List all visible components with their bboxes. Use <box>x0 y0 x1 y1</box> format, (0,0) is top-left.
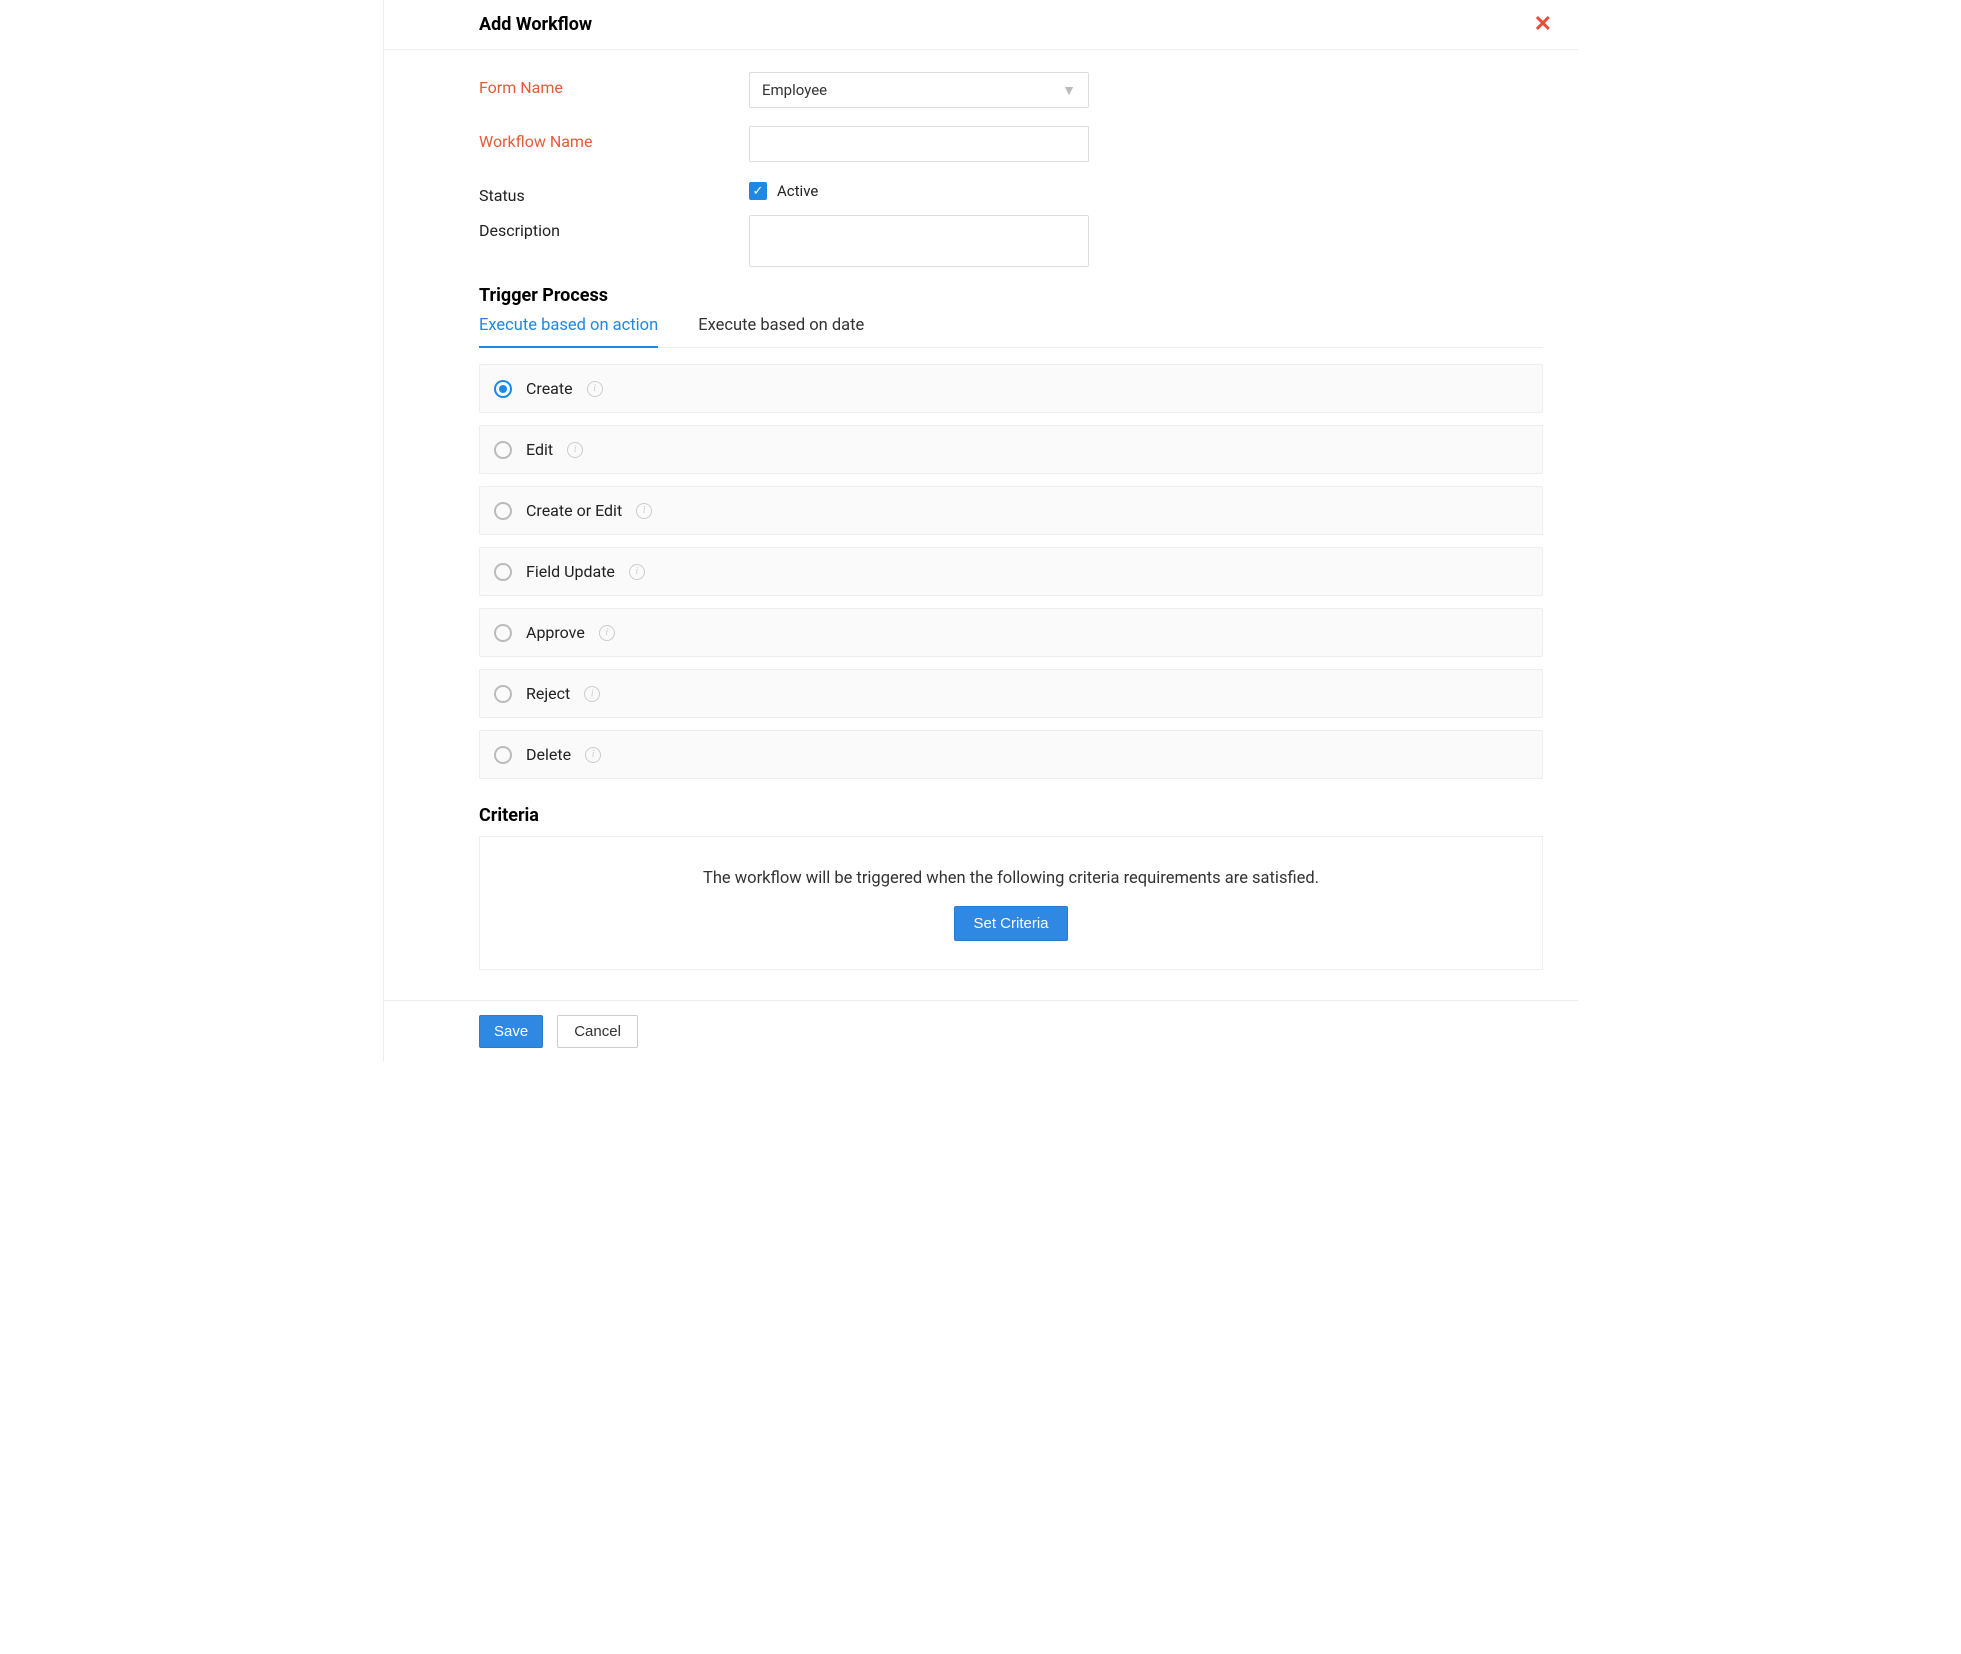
save-button[interactable]: Save <box>479 1015 543 1048</box>
tab-execute-on-action[interactable]: Execute based on action <box>479 316 658 347</box>
trigger-option-list: Create i Edit i Create or Edit i Field U… <box>479 364 1543 779</box>
tab-execute-on-date[interactable]: Execute based on date <box>698 316 864 347</box>
close-icon[interactable]: ✕ <box>1534 14 1552 36</box>
label-status: Status <box>479 180 749 205</box>
info-icon[interactable]: i <box>567 442 583 458</box>
criteria-title: Criteria <box>479 805 1543 826</box>
row-description: Description <box>479 215 1543 267</box>
form-area: Form Name Employee ▼ Workflow Name Statu… <box>384 50 1578 980</box>
modal-title: Add Workflow <box>479 14 1543 35</box>
radio-label-approve: Approve <box>526 623 585 642</box>
trigger-option-delete[interactable]: Delete i <box>479 730 1543 779</box>
input-description[interactable] <box>749 215 1089 267</box>
trigger-option-approve[interactable]: Approve i <box>479 608 1543 657</box>
chevron-down-icon: ▼ <box>1062 82 1076 99</box>
info-icon[interactable]: i <box>585 747 601 763</box>
info-icon[interactable]: i <box>587 381 603 397</box>
trigger-option-create[interactable]: Create i <box>479 364 1543 413</box>
row-workflow-name: Workflow Name <box>479 126 1543 162</box>
select-form-name[interactable]: Employee ▼ <box>749 72 1089 108</box>
label-description: Description <box>479 215 749 240</box>
trigger-option-reject[interactable]: Reject i <box>479 669 1543 718</box>
trigger-tabs: Execute based on action Execute based on… <box>479 316 1543 348</box>
select-form-name-value: Employee <box>762 81 827 99</box>
row-status: Status ✓ Active <box>479 180 1543 205</box>
info-icon[interactable]: i <box>636 503 652 519</box>
radio-label-create-or-edit: Create or Edit <box>526 501 622 520</box>
checkbox-status-wrap: ✓ Active <box>749 180 818 200</box>
label-form-name: Form Name <box>479 72 749 97</box>
input-workflow-name[interactable] <box>749 126 1089 162</box>
radio-delete[interactable] <box>494 746 512 764</box>
criteria-message: The workflow will be triggered when the … <box>500 869 1522 888</box>
info-icon[interactable]: i <box>629 564 645 580</box>
radio-reject[interactable] <box>494 685 512 703</box>
radio-create-or-edit[interactable] <box>494 502 512 520</box>
trigger-process-title: Trigger Process <box>479 285 1543 306</box>
checkbox-status-label: Active <box>777 182 818 200</box>
radio-label-create: Create <box>526 379 573 398</box>
trigger-option-edit[interactable]: Edit i <box>479 425 1543 474</box>
radio-edit[interactable] <box>494 441 512 459</box>
criteria-box: The workflow will be triggered when the … <box>479 836 1543 970</box>
label-workflow-name: Workflow Name <box>479 126 749 151</box>
add-workflow-modal: Add Workflow ✕ Form Name Employee ▼ Work… <box>383 0 1578 1062</box>
radio-field-update[interactable] <box>494 563 512 581</box>
modal-header: Add Workflow ✕ <box>384 0 1578 50</box>
modal-footer: Save Cancel <box>384 1000 1578 1062</box>
info-icon[interactable]: i <box>599 625 615 641</box>
cancel-button[interactable]: Cancel <box>557 1015 638 1048</box>
row-form-name: Form Name Employee ▼ <box>479 72 1543 108</box>
radio-label-field-update: Field Update <box>526 562 615 581</box>
trigger-option-create-or-edit[interactable]: Create or Edit i <box>479 486 1543 535</box>
checkbox-status[interactable]: ✓ <box>749 182 767 200</box>
radio-label-edit: Edit <box>526 440 553 459</box>
trigger-option-field-update[interactable]: Field Update i <box>479 547 1543 596</box>
set-criteria-button[interactable]: Set Criteria <box>954 906 1067 941</box>
info-icon[interactable]: i <box>584 686 600 702</box>
radio-approve[interactable] <box>494 624 512 642</box>
radio-label-delete: Delete <box>526 745 571 764</box>
radio-label-reject: Reject <box>526 684 570 703</box>
radio-create[interactable] <box>494 380 512 398</box>
